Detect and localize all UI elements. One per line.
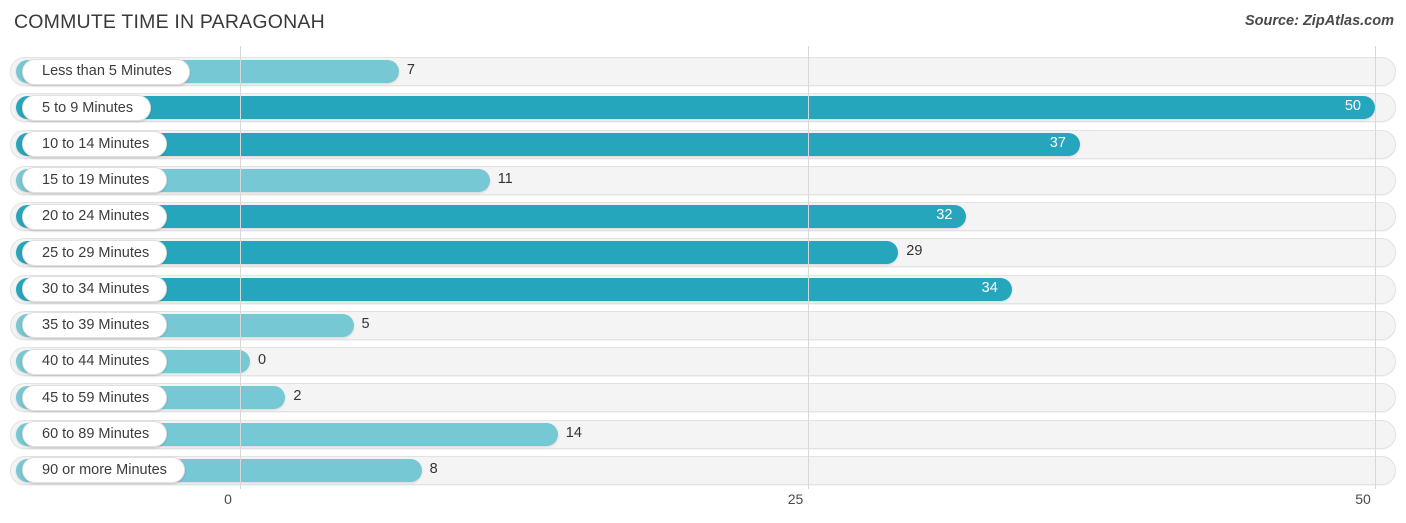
bar-category-label-text: 45 to 59 Minutes xyxy=(42,389,150,406)
bar-value-label: 11 xyxy=(497,170,513,187)
bar-value-label: 5 xyxy=(361,315,370,332)
bar-category-label-text: 5 to 9 Minutes xyxy=(42,99,134,116)
bar-category-label: 20 to 24 Minutes xyxy=(22,203,168,230)
bar-value-label: 34 xyxy=(981,279,998,296)
bar-row[interactable]: 35 to 39 Minutes 5 xyxy=(0,308,1406,344)
chart-header: COMMUTE TIME IN PARAGONAH Source: ZipAtl… xyxy=(0,0,1406,46)
bar-category-label: 30 to 34 Minutes xyxy=(22,276,168,302)
bar-category-label: Less than 5 Minutes xyxy=(22,58,190,85)
bar-fill[interactable] xyxy=(16,132,1080,156)
bar-value-label: 29 xyxy=(906,243,923,260)
bar-row[interactable]: 5 to 9 Minutes 50 xyxy=(0,90,1406,126)
axis-tick-label: 0 xyxy=(224,491,232,507)
axis-tick-label: 25 xyxy=(787,491,804,507)
bar-category-label: 35 to 39 Minutes xyxy=(22,312,168,339)
bar-rows: Less than 5 Minutes 7 5 to 9 Minutes 50 10 t… xyxy=(0,46,1406,489)
bar-category-label-text: 90 or more Minutes xyxy=(42,462,167,478)
chart-container: COMMUTE TIME IN PARAGONAH Source: ZipAtl… xyxy=(0,0,1406,523)
bar-category-label: 15 to 19 Minutes xyxy=(22,167,168,194)
bar-category-label-text: Less than 5 Minutes xyxy=(42,63,172,80)
bar-fill[interactable] xyxy=(16,96,1375,120)
page-title: COMMUTE TIME IN PARAGONAH xyxy=(14,11,325,33)
bar-value-label: 32 xyxy=(936,207,953,223)
bar-row[interactable]: 25 to 29 Minutes 29 xyxy=(0,235,1406,271)
bar-value-label: 8 xyxy=(429,460,438,477)
bar-category-label-text: 25 to 29 Minutes xyxy=(42,244,150,261)
bar-category-label: 90 or more Minutes xyxy=(22,457,185,484)
bar-category-label-text: 10 to 14 Minutes xyxy=(42,135,150,152)
bar-row[interactable]: 90 or more Minutes 8 xyxy=(0,453,1406,489)
x-axis: 0 25 50 xyxy=(0,489,1406,523)
bar-row[interactable]: 10 to 14 Minutes 37 xyxy=(0,127,1406,163)
bar-category-label: 60 to 89 Minutes xyxy=(22,421,168,447)
bar-value-label: 50 xyxy=(1344,98,1361,115)
bar-category-label-text: 40 to 44 Minutes xyxy=(42,353,150,370)
bar-value-label: 14 xyxy=(565,424,582,441)
bar-row[interactable]: 45 to 59 Minutes 2 xyxy=(0,380,1406,416)
bar-row[interactable]: 20 to 24 Minutes 32 xyxy=(0,199,1406,235)
bar-category-label: 10 to 14 Minutes xyxy=(22,131,168,157)
bar-row[interactable]: 60 to 89 Minutes 14 xyxy=(0,417,1406,453)
bar-row[interactable]: 30 to 34 Minutes 34 xyxy=(0,272,1406,308)
bar-value-label: 0 xyxy=(258,352,267,368)
bar-category-label: 5 to 9 Minutes xyxy=(22,94,152,121)
bar-value-label: 7 xyxy=(406,62,415,78)
bar-category-label-text: 60 to 89 Minutes xyxy=(42,425,150,442)
bar-category-label-text: 20 to 24 Minutes xyxy=(42,208,150,225)
bar-category-label: 25 to 29 Minutes xyxy=(22,239,168,266)
bar-category-label-text: 30 to 34 Minutes xyxy=(42,280,150,297)
plot-area: Less than 5 Minutes 7 5 to 9 Minutes 50 10 t… xyxy=(0,46,1406,489)
bar-value-label: 2 xyxy=(293,388,302,405)
bar-row[interactable]: 40 to 44 Minutes 0 xyxy=(0,344,1406,380)
bar-category-label-text: 15 to 19 Minutes xyxy=(42,172,150,188)
bar-row[interactable]: Less than 5 Minutes 7 xyxy=(0,54,1406,90)
bar-category-label: 45 to 59 Minutes xyxy=(22,384,168,411)
source-attribution: Source: ZipAtlas.com xyxy=(1244,13,1394,29)
bar-category-label-text: 35 to 39 Minutes xyxy=(42,317,150,333)
bar-value-label: 37 xyxy=(1049,134,1066,151)
axis-tick-label: 50 xyxy=(1355,491,1371,507)
bar-row[interactable]: 15 to 19 Minutes 11 xyxy=(0,163,1406,199)
bar-category-label: 40 to 44 Minutes xyxy=(22,348,168,375)
